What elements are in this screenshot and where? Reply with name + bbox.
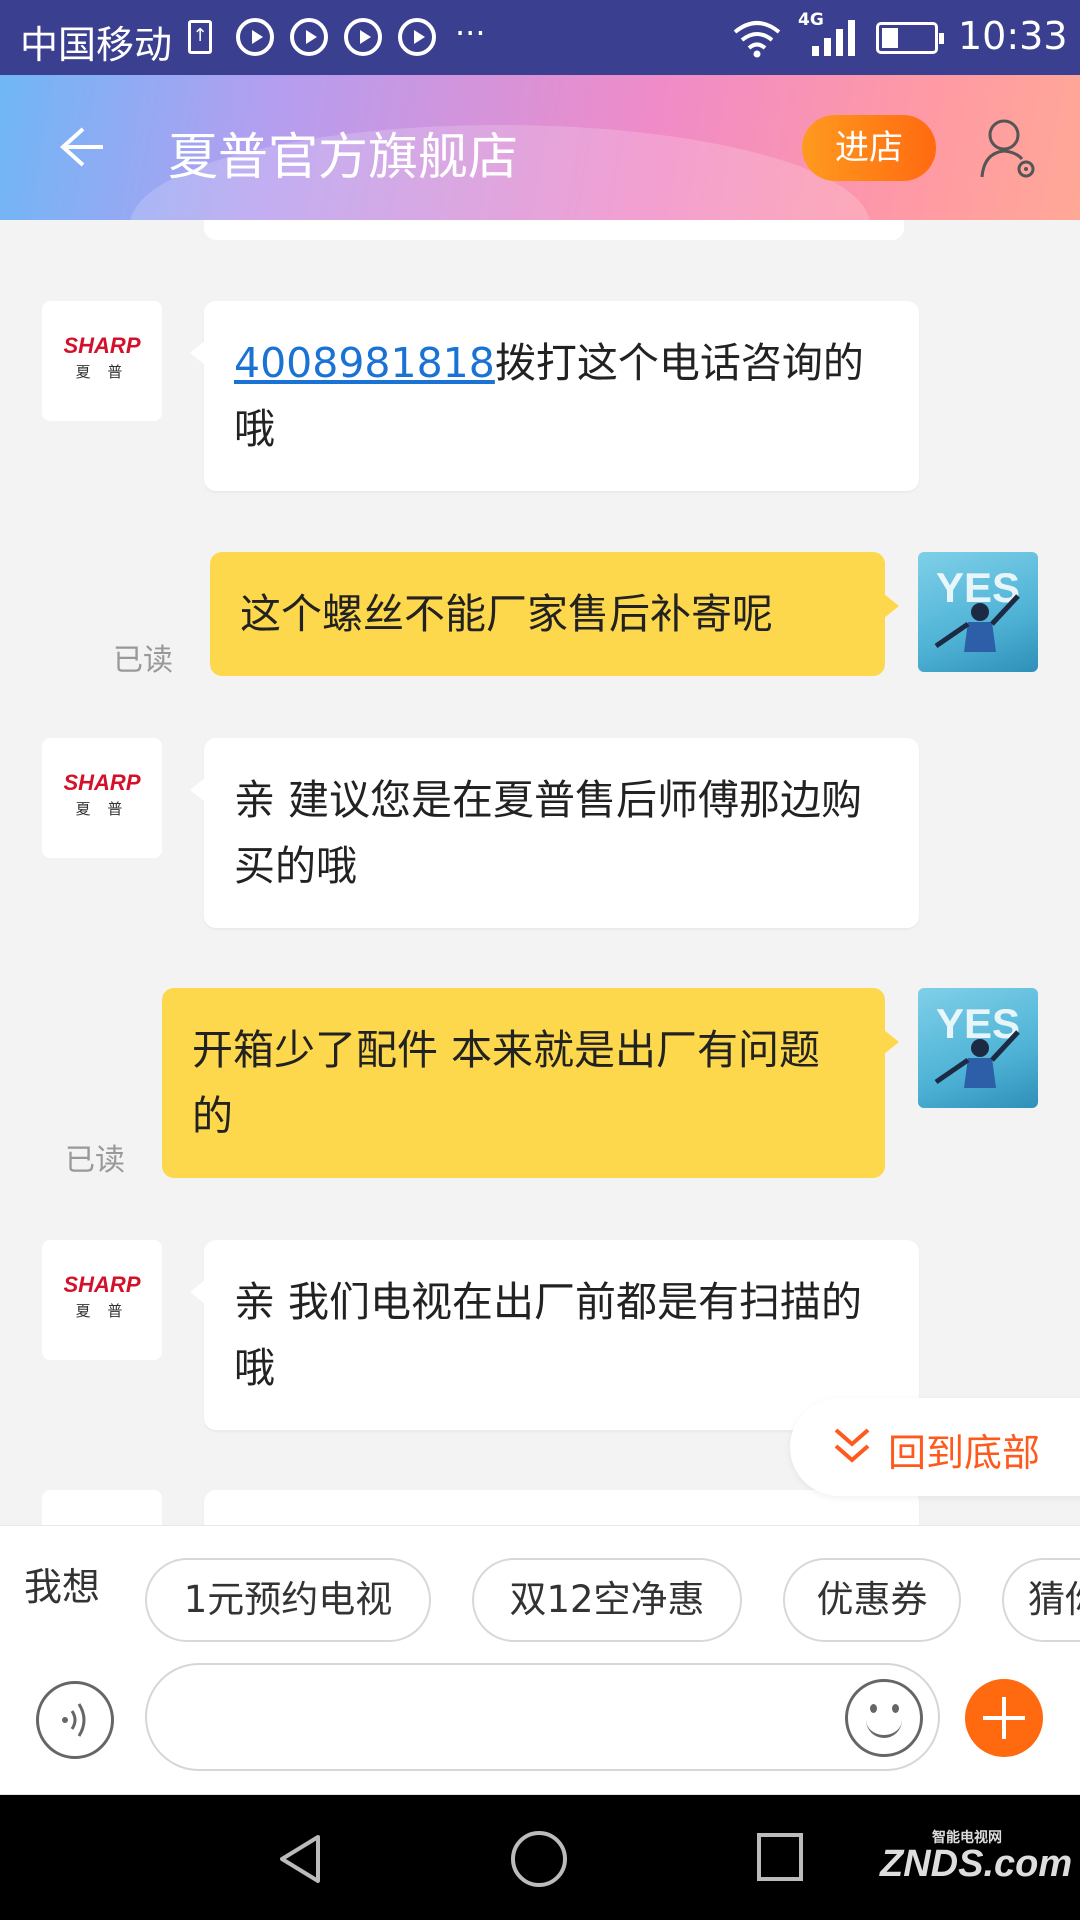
usb-icon: ↑ — [188, 20, 212, 54]
message-bubble-shop[interactable]: 亲 建议您是在夏普售后师傅那边购买的哦 — [190, 738, 919, 928]
play-notification-icon — [236, 18, 274, 56]
person-figure-icon — [934, 594, 1020, 652]
shop-brand-logo: SHARP — [63, 770, 141, 795]
message-bubble-user[interactable]: 这个螺丝不能厂家售后补寄呢 — [210, 552, 899, 676]
signal-icon — [812, 20, 855, 56]
user-avatar[interactable]: YES — [918, 552, 1038, 672]
quick-reply-label: 我想 — [24, 1565, 101, 1609]
shop-brand-logo: SHARP — [63, 1272, 141, 1297]
emoji-mouth-icon — [866, 1718, 902, 1738]
message-text: 开箱少了配件 本来就是出厂有问题的 — [192, 1026, 821, 1140]
voice-wave-icon — [62, 1703, 86, 1737]
play-notification-icon — [398, 18, 436, 56]
shop-brand-cn: 夏 普 — [75, 1302, 129, 1320]
message-bubble-shop[interactable]: 亲 我们电视在出厂前都是有扫描的哦 — [190, 1240, 919, 1430]
message-text: 亲 建议您是在夏普售后师傅那边购买的哦 — [234, 776, 863, 890]
quick-reply-chip[interactable]: 猜你 — [1002, 1558, 1080, 1642]
shop-brand-logo: SHARP — [63, 333, 141, 358]
double-chevron-down-icon — [834, 1428, 870, 1463]
quick-reply-bar: 我想 1元预约电视 双12空净惠 优惠券 猜你 — [0, 1525, 1080, 1645]
read-status: 已读 — [65, 1143, 125, 1178]
battery-icon — [876, 22, 944, 54]
phone-number-link[interactable]: 4008981818 — [234, 339, 495, 387]
watermark-logo: 智能电视网 ZNDS.com — [870, 1825, 1072, 1895]
chat-message-list[interactable]: SHARP 夏 普 4008981818拨打这个电话咨询的哦 已读 这个螺丝不能… — [0, 220, 1080, 1525]
shop-avatar[interactable] — [42, 1490, 162, 1525]
message-bubble-user[interactable]: 开箱少了配件 本来就是出厂有问题的 — [162, 988, 899, 1178]
back-to-bottom-label: 回到底部 — [888, 1431, 1041, 1475]
shop-avatar[interactable]: SHARP 夏 普 — [42, 1240, 162, 1360]
message-bubble-shop[interactable]: 4008981818拨打这个电话咨询的哦 — [190, 301, 919, 491]
previous-message-bubble — [204, 220, 904, 240]
chat-header: 夏普官方旗舰店 进店 — [0, 75, 1080, 220]
shop-brand-cn: 夏 普 — [75, 800, 129, 818]
status-bar: 中国移动 ↑ ··· 4G 10:33 — [0, 0, 1080, 75]
clock: 10:33 — [958, 14, 1068, 58]
nav-home-icon[interactable] — [511, 1831, 567, 1887]
user-avatar[interactable]: YES — [918, 988, 1038, 1108]
message-text: 这个螺丝不能厂家售后补寄呢 — [240, 590, 773, 638]
more-notifications-icon: ··· — [455, 14, 486, 52]
play-notification-icon — [290, 18, 328, 56]
user-settings-icon[interactable] — [978, 115, 1038, 181]
enter-store-button[interactable]: 进店 — [802, 115, 936, 181]
wifi-icon — [733, 21, 781, 58]
page-title: 夏普官方旗舰店 — [168, 128, 518, 186]
back-to-bottom-button[interactable]: 回到底部 — [790, 1398, 1080, 1496]
play-notification-icon — [344, 18, 382, 56]
message-text-input[interactable] — [145, 1663, 940, 1771]
emoji-button[interactable] — [845, 1679, 923, 1757]
shop-avatar[interactable]: SHARP 夏 普 — [42, 301, 162, 421]
system-navigation-bar: 智能电视网 ZNDS.com — [0, 1795, 1080, 1920]
shop-brand-cn: 夏 普 — [75, 363, 129, 381]
watermark-en: ZNDS.com — [880, 1843, 1073, 1885]
quick-reply-chip[interactable]: 双12空净惠 — [472, 1558, 742, 1642]
more-actions-button[interactable] — [965, 1679, 1043, 1757]
nav-back-icon[interactable] — [278, 1833, 322, 1885]
person-figure-icon — [934, 1030, 1020, 1088]
shop-avatar[interactable]: SHARP 夏 普 — [42, 738, 162, 858]
read-status: 已读 — [113, 643, 173, 678]
message-input-bar — [0, 1645, 1080, 1795]
nav-recents-icon[interactable] — [757, 1833, 803, 1881]
quick-reply-chip[interactable]: 优惠券 — [783, 1558, 961, 1642]
message-bubble-shop[interactable] — [204, 1490, 919, 1525]
carrier-name: 中国移动 — [20, 23, 173, 67]
back-arrow-icon[interactable] — [55, 117, 105, 177]
emoji-eye-icon — [892, 1704, 899, 1713]
message-text: 亲 我们电视在出厂前都是有扫描的哦 — [234, 1278, 863, 1392]
emoji-eye-icon — [870, 1704, 877, 1713]
voice-input-button[interactable] — [36, 1681, 114, 1759]
quick-reply-chip[interactable]: 1元预约电视 — [145, 1558, 431, 1642]
